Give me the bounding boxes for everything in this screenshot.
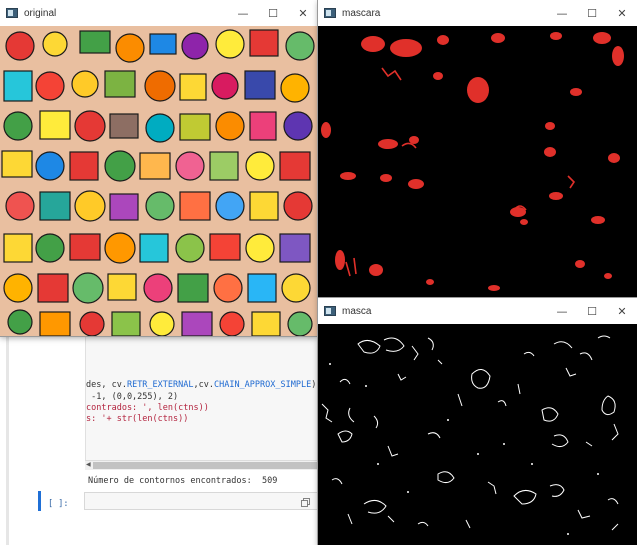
window-title: masca [342, 305, 372, 317]
code-line-3: contrados: ', len(ctns)) [86, 403, 209, 413]
close-button[interactable]: ✕ [607, 298, 637, 324]
titlebar-mascara[interactable]: mascara — ☐ ✕ [318, 0, 637, 26]
scrollbar-thumb[interactable] [93, 462, 318, 469]
app-icon [6, 8, 18, 18]
window-mascara[interactable]: mascara — ☐ ✕ [318, 0, 637, 298]
original-image [0, 26, 318, 336]
active-cell-indicator [38, 491, 41, 511]
window-masca[interactable]: masca — ☐ ✕ [318, 298, 637, 545]
app-icon [324, 8, 336, 18]
notebook-gutter [6, 336, 9, 545]
minimize-button[interactable]: — [547, 298, 577, 324]
titlebar-masca[interactable]: masca — ☐ ✕ [318, 298, 637, 324]
close-button[interactable]: ✕ [607, 0, 637, 26]
empty-code-cell[interactable] [84, 492, 318, 510]
code-line-4: s: '+ str(len(ctns)) [86, 414, 189, 424]
maximize-button[interactable]: ☐ [577, 298, 607, 324]
window-title: original [24, 7, 57, 19]
code-cell[interactable]: des, cv.RETR_EXTERNAL,cv.CHAIN_APPROX_SI… [85, 336, 319, 461]
minimize-button[interactable]: — [228, 0, 258, 26]
window-title: mascara [342, 7, 381, 19]
food-doodle-image [0, 26, 318, 336]
contour-edges-image [318, 324, 637, 545]
scroll-left-arrow-icon[interactable]: ◀ [86, 461, 91, 468]
code-line-2: -1, (0,0,255), 2) [86, 392, 179, 402]
contour-lines [321, 335, 619, 535]
window-original[interactable]: original — ☐ ✕ [0, 0, 318, 336]
red-mask-image [318, 26, 637, 298]
mask-blobs [321, 32, 624, 291]
app-icon [324, 306, 336, 316]
maximize-button[interactable]: ☐ [258, 0, 288, 26]
cell-output: Número de contornos encontrados: 509 [88, 476, 278, 486]
horizontal-scrollbar[interactable]: ◀ [85, 460, 318, 470]
copy-icon[interactable] [301, 498, 310, 507]
notebook-area: des, cv.RETR_EXTERNAL,cv.CHAIN_APPROX_SI… [0, 336, 319, 545]
code-line-1: des, cv.RETR_EXTERNAL,cv.CHAIN_APPROX_SI… [86, 380, 317, 390]
minimize-button[interactable]: — [547, 0, 577, 26]
close-button[interactable]: ✕ [288, 0, 318, 26]
titlebar-original[interactable]: original — ☐ ✕ [0, 0, 318, 26]
maximize-button[interactable]: ☐ [577, 0, 607, 26]
input-prompt: [ ]: [48, 499, 69, 509]
